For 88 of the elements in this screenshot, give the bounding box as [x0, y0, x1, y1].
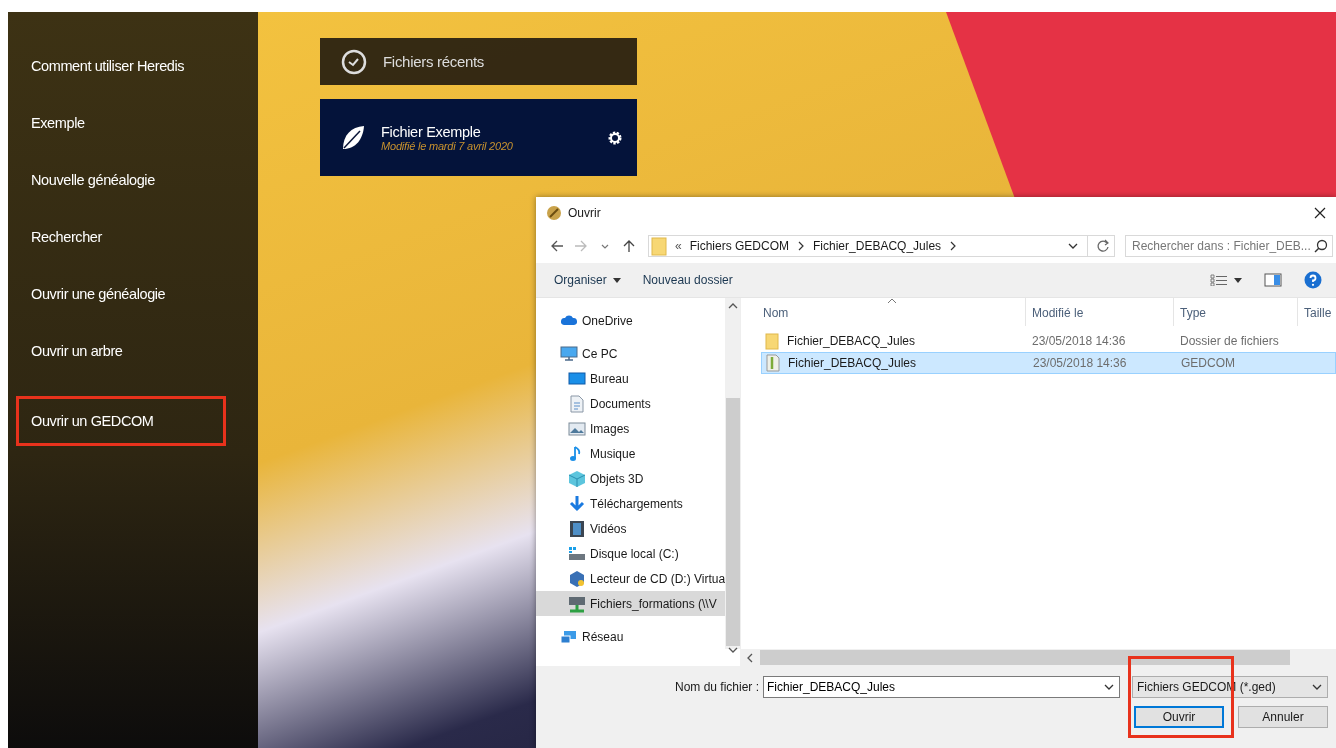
dialog-button[interactable]: Annuler [1238, 706, 1328, 728]
nav-item[interactable]: OneDrive [536, 308, 726, 333]
menu-button[interactable]: Organiser [546, 269, 629, 291]
file-type: Dossier de fichiers [1179, 334, 1280, 348]
chevron-right-icon [949, 241, 958, 251]
search-icon [1314, 239, 1328, 253]
nav-item[interactable]: Bureau [536, 366, 726, 391]
app-icon [546, 205, 562, 221]
video-icon [568, 519, 586, 538]
refresh-icon [1096, 239, 1110, 253]
images-icon [568, 419, 586, 438]
column-header[interactable]: Taille [1298, 298, 1336, 326]
address-bar[interactable]: « Fichiers GEDCOM Fichier_DEBACQ_Jules [648, 235, 1115, 257]
menu-item[interactable]: Ouvrir une généalogie [8, 282, 258, 339]
section-title: Fichiers récents [383, 53, 485, 70]
modified-date: 23/05/2018 14:36 [1031, 334, 1127, 348]
sort-caret-icon [887, 298, 897, 304]
caret-icon [1234, 277, 1242, 283]
recent-file-card[interactable]: Fichier Exemple Modifié le mardi 7 avril 2020 [320, 99, 637, 176]
chevron-down-icon [727, 646, 738, 654]
file-row[interactable]: Fichier_DEBACQ_Jules 23/05/2018 14:36 Dossier de fichiers [761, 330, 1336, 352]
dialog-button[interactable]: Ouvrir [1134, 706, 1224, 728]
column-header[interactable]: Modifié le [1026, 298, 1174, 326]
filename-field[interactable]: Fichier_DEBACQ_Jules [763, 676, 1120, 698]
caret-icon [612, 277, 621, 283]
chevron-down-icon [1311, 682, 1323, 692]
chevron-down-icon [1067, 241, 1079, 251]
menu-item[interactable]: Comment utiliser Heredis [8, 54, 258, 111]
nav-item[interactable]: Vidéos [536, 516, 726, 541]
close-icon [1314, 207, 1326, 219]
column-header[interactable]: Type [1174, 298, 1298, 326]
gear-icon [607, 129, 623, 146]
nav-item[interactable]: Réseau [536, 624, 726, 649]
up-arrow-icon [622, 239, 636, 253]
back-arrow-icon [550, 239, 564, 253]
breadcrumb-item[interactable]: Fichiers GEDCOM [689, 239, 790, 253]
nav-item[interactable]: Images [536, 416, 726, 441]
search-field[interactable]: Rechercher dans : Fichier_DEB... [1125, 235, 1333, 257]
help-icon [1304, 271, 1322, 289]
menu-item[interactable]: Ouvrir un GEDCOM [16, 396, 226, 446]
file-name: Fichier_DEBACQ_Jules [787, 334, 916, 348]
scrollbar[interactable] [740, 649, 1336, 666]
file-name: Fichier Exemple [381, 123, 482, 140]
desktop-icon [568, 369, 586, 388]
scrollbar-thumb[interactable] [760, 650, 1290, 665]
nav-item[interactable]: Lecteur de CD (D:) Virtua [536, 566, 726, 591]
nav-item[interactable]: Disque local (C:) [536, 541, 726, 566]
overflow-chevron[interactable]: « [675, 239, 682, 253]
file-row[interactable]: Fichier_DEBACQ_Jules 23/05/2018 14:36 GEDCOM [761, 352, 1336, 374]
drive-icon [568, 544, 586, 563]
pane-icon [1264, 273, 1282, 287]
pc-icon [560, 344, 578, 363]
chevron-up-icon [727, 302, 738, 310]
nav-item[interactable]: Musique [536, 441, 726, 466]
toolbar-button[interactable]: Nouveau dossier [634, 269, 741, 291]
folder-icon [651, 236, 667, 256]
menu-item[interactable]: Nouvelle généalogie [8, 168, 258, 225]
chevron-down-icon [1103, 682, 1115, 692]
nav-item[interactable]: Téléchargements [536, 491, 726, 516]
cube-icon [568, 469, 586, 488]
leaf-icon [341, 124, 365, 151]
menu-item[interactable]: Rechercher [8, 225, 258, 282]
menu-item[interactable]: Exemple [8, 111, 258, 168]
forward-arrow-icon [574, 239, 588, 253]
nav-item[interactable]: Fichiers_formations (\\V [536, 591, 726, 616]
breadcrumb-item[interactable]: Fichier_DEBACQ_Jules [813, 239, 942, 253]
scrollbar-thumb[interactable] [725, 398, 740, 646]
netdrive-icon [568, 594, 586, 613]
chevron-left-icon [746, 652, 754, 663]
folder-icon [765, 332, 779, 350]
column-header[interactable]: Nom [741, 298, 1026, 326]
file-type: GEDCOM [1180, 356, 1236, 370]
nav-item[interactable]: Documents [536, 391, 726, 416]
file-name: Fichier_DEBACQ_Jules [788, 356, 917, 370]
window-title: Ouvrir [568, 206, 602, 220]
chevron-right-icon [797, 241, 806, 251]
documents-icon [568, 394, 586, 413]
recent-files-header[interactable]: Fichiers récents [320, 38, 637, 85]
field-label: Nom du fichier : [674, 680, 759, 694]
menu-item[interactable]: Ouvrir un arbre [8, 339, 258, 396]
cd-icon [568, 569, 586, 588]
nav-item[interactable]: Objets 3D [536, 466, 726, 491]
download-icon [568, 494, 586, 513]
modified-date: 23/05/2018 14:36 [1032, 356, 1128, 370]
list-view-icon [1210, 274, 1228, 286]
nav-item[interactable]: Ce PC [536, 341, 726, 366]
modified-date: Modifié le mardi 7 avril 2020 [381, 139, 514, 152]
document-icon [766, 354, 780, 372]
